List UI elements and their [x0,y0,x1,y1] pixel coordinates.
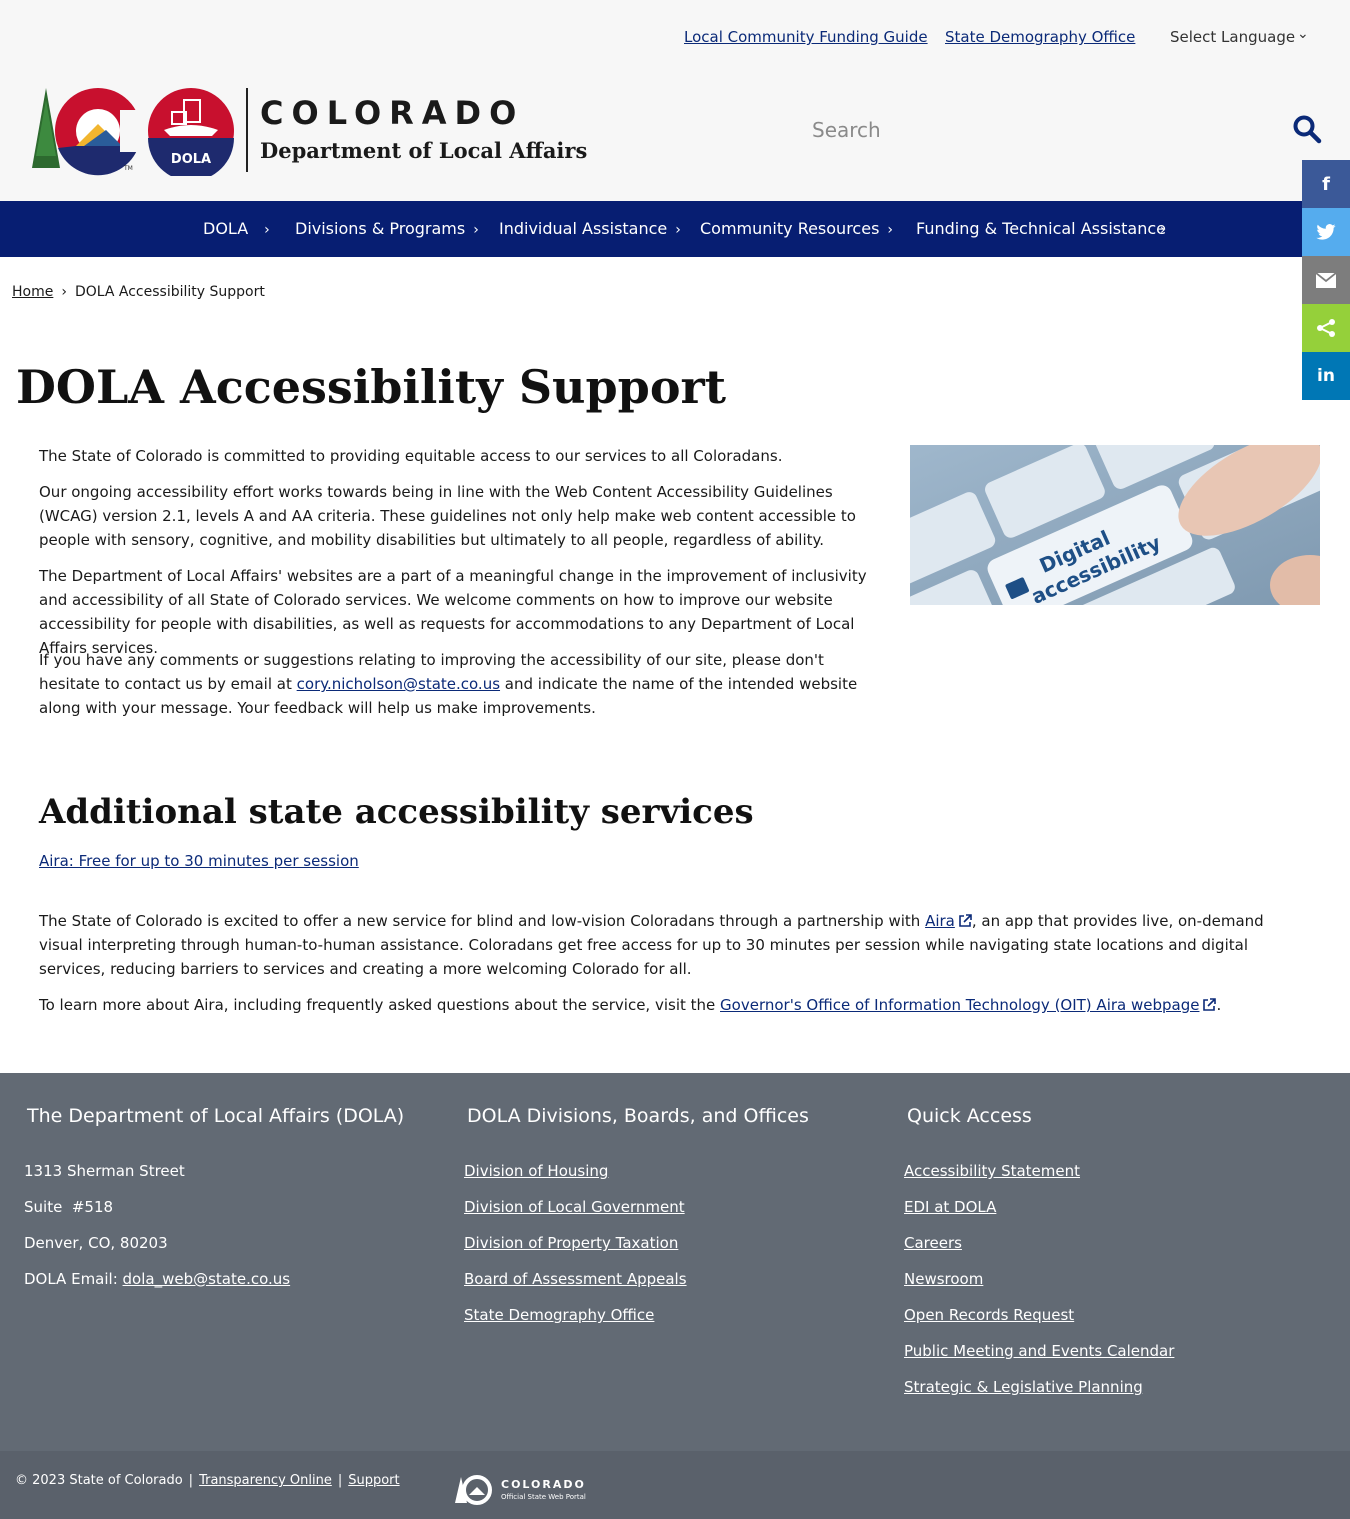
oit-link-label: Governor's Office of Information Technol… [720,996,1200,1014]
external-link-icon [959,914,972,927]
site-footer: The Department of Local Affairs (DOLA) 1… [0,1073,1350,1451]
support-link[interactable]: Support [348,1473,399,1488]
chevron-down-icon[interactable]: ⌄ [1297,26,1309,42]
main-nav: DOLA › Divisions & Programs › Individual A… [0,201,1350,257]
nav-divisions-programs[interactable]: Divisions & Programs › [295,219,479,238]
contact-email-link[interactable]: cory.nicholson@state.co.us [297,675,500,693]
footer-link-careers[interactable]: Careers [904,1234,962,1252]
intro-paragraph-3: The Department of Local Affairs' website… [39,567,867,657]
local-community-funding-guide-link[interactable]: Local Community Funding Guide [684,28,928,46]
digital-accessibility-image: Digital accessibility ctrl [910,445,1320,605]
language-select[interactable]: Select Language [1170,28,1295,46]
email-share-button[interactable] [1302,256,1350,304]
brand-title: COLORADO [260,94,525,132]
footer-link-division-of-local-government[interactable]: Division of Local Government [464,1198,685,1216]
brand-subtitle: Department of Local Affairs [260,138,588,163]
linkedin-share-button[interactable]: in [1302,352,1350,400]
aira-anchor-link[interactable]: Aira: Free for up to 30 minutes per sess… [39,852,359,870]
nav-divisions-label: Divisions & Programs [295,219,466,238]
transparency-online-link[interactable]: Transparency Online [199,1473,332,1488]
state-demography-office-link[interactable]: State Demography Office [945,28,1135,46]
nav-dola[interactable]: DOLA › [203,219,270,238]
footer-link-division-of-property-taxation[interactable]: Division of Property Taxation [464,1234,678,1252]
aira-paragraph-2: To learn more about Aira, including freq… [39,993,1309,1017]
breadcrumb: Home › DOLA Accessibility Support [12,284,265,300]
breadcrumb-home-link[interactable]: Home [12,284,53,300]
share-icon [1317,319,1335,337]
nav-individual-assistance[interactable]: Individual Assistance › [499,219,681,238]
footer-link-edi-at-dola[interactable]: EDI at DOLA [904,1198,996,1216]
intro-paragraph-1: The State of Colorado is committed to pr… [39,447,783,465]
nav-individual-label: Individual Assistance [499,219,668,238]
footer-link-board-of-assessment-appeals[interactable]: Board of Assessment Appeals [464,1270,687,1288]
portal-subtitle: Official State Web Portal [501,1493,586,1501]
logo-divider [246,88,248,172]
nav-community-resources[interactable]: Community Resources › [700,219,893,238]
email-icon [1316,272,1336,288]
footer-email-line: DOLA Email: dola_web@state.co.us [24,1270,290,1288]
dola-badge-text: DOLA [171,152,211,167]
footer-address-line3: Denver, CO, 80203 [24,1234,168,1252]
aira-p2-text-end: . [1216,996,1222,1014]
copyright-text: © 2023 State of Colorado [15,1473,183,1488]
chevron-right-icon: › [61,284,67,300]
linkedin-icon: in [1317,366,1335,386]
footer-link-public-meeting-calendar[interactable]: Public Meeting and Events Calendar [904,1342,1174,1360]
section-title: Additional state accessibility services [39,792,754,832]
footer-address-line2: Suite #518 [24,1198,114,1216]
chevron-right-icon: › [264,222,270,238]
footer-link-strategic-legislative-planning[interactable]: Strategic & Legislative Planning [904,1378,1143,1396]
footer-link-open-records-request[interactable]: Open Records Request [904,1306,1074,1324]
chevron-right-icon: › [887,222,894,238]
nav-dola-label: DOLA [203,219,249,238]
facebook-share-button[interactable]: f [1302,160,1350,208]
nav-community-label: Community Resources [700,219,880,238]
intro-paragraph-4: If you have any comments or suggestions … [39,648,879,720]
footer-email-link[interactable]: dola_web@state.co.us [123,1270,291,1288]
twitter-icon [1316,224,1336,240]
nav-funding-technical-assistance[interactable]: Funding & Technical Assistance› [916,219,1166,238]
chevron-right-icon: › [675,222,681,238]
footer-link-division-of-housing[interactable]: Division of Housing [464,1162,608,1180]
sub-footer: © 2023 State of Colorado | Transparency On… [0,1451,1350,1519]
footer-heading-divisions: DOLA Divisions, Boards, and Offices [467,1105,809,1127]
breadcrumb-current: DOLA Accessibility Support [74,284,265,300]
oit-aira-webpage-link[interactable]: Governor's Office of Information Technol… [720,996,1217,1014]
external-link-icon [1203,998,1217,1011]
footer-link-accessibility-statement[interactable]: Accessibility Statement [904,1162,1080,1180]
facebook-icon: f [1322,173,1330,195]
portal-title: COLORADO [501,1478,586,1491]
aira-link-label: Aira [925,912,955,930]
twitter-share-button[interactable] [1302,208,1350,256]
footer-heading-dola: The Department of Local Affairs (DOLA) [27,1105,405,1127]
svg-text:TM: TM [123,165,133,172]
colorado-portal-logo-icon[interactable] [455,1475,495,1505]
footer-link-newsroom[interactable]: Newsroom [904,1270,983,1288]
footer-link-state-demography-office[interactable]: State Demography Office [464,1306,654,1324]
search-input[interactable] [800,112,1280,148]
nav-funding-label: Funding & Technical Assistance [916,219,1166,238]
aira-p2-text: To learn more about Aira, including freq… [39,996,721,1014]
intro-paragraph-2: Our ongoing accessibility effort works t… [39,483,856,549]
dola-seal-logo[interactable]: DOLA [146,86,236,176]
colorado-c-logo[interactable]: TM [28,86,146,176]
aira-link[interactable]: Aira [925,912,972,930]
footer-address-line1: 1313 Sherman Street [24,1162,185,1180]
share-button[interactable] [1302,304,1350,352]
aira-paragraph-1: The State of Colorado is excited to offe… [39,909,1309,981]
footer-email-label: DOLA Email: [24,1270,123,1288]
copyright-line: © 2023 State of Colorado | Transparency On… [15,1473,400,1488]
site-header: TM DOLA COLORADO Department of Local Aff… [0,76,1350,201]
utility-bar: Local Community Funding Guide State Demo… [0,0,1350,76]
aira-p1-text: The State of Colorado is excited to offe… [39,912,926,930]
chevron-right-icon: › [1159,222,1166,238]
footer-heading-quick-access: Quick Access [907,1105,1032,1127]
chevron-right-icon: › [473,222,479,238]
page-title: DOLA Accessibility Support [16,360,726,414]
search-icon[interactable] [1292,114,1322,144]
